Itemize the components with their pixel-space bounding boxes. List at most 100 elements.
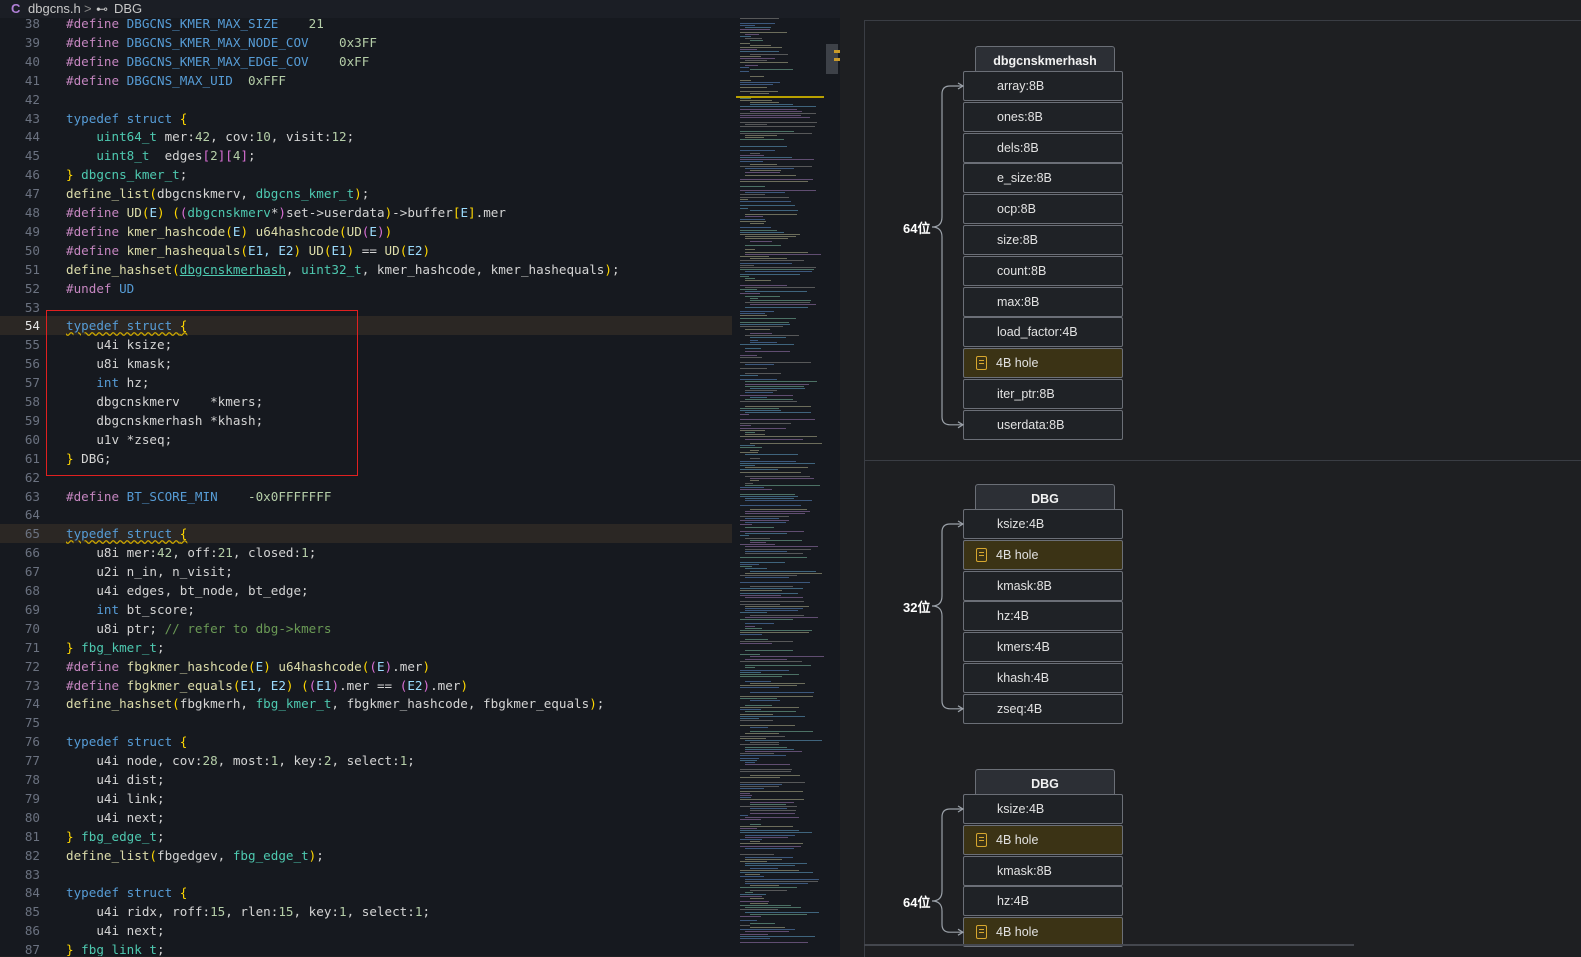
minimap-line — [740, 654, 761, 656]
line-number: 69 — [24, 601, 40, 617]
minimap-line — [740, 293, 761, 295]
minimap-line — [745, 546, 819, 548]
code-line[interactable]: 68 u4i edges, bt_node, bt_edge; — [0, 581, 732, 600]
vertical-scrollbar[interactable] — [826, 0, 840, 956]
padding-hole-icon — [976, 925, 987, 940]
minimap-line — [740, 313, 765, 315]
minimap-line — [740, 707, 799, 708]
struct-title: DBG — [975, 484, 1115, 512]
code-line[interactable]: 77 u4i node, cov:28, most:1, key:2, sele… — [0, 751, 732, 770]
line-number: 42 — [24, 91, 40, 107]
minimap[interactable] — [736, 14, 824, 946]
code-line[interactable]: 44 uint64_t mer:42, cov:10, visit:12; — [0, 127, 732, 146]
minimap-line — [750, 922, 776, 924]
minimap-line — [750, 240, 773, 242]
minimap-line — [740, 594, 781, 596]
minimap-line — [750, 102, 780, 103]
code-line[interactable]: 42 — [0, 90, 732, 109]
code-token: ) — [384, 223, 393, 239]
code-token: E — [376, 658, 385, 674]
code-line[interactable]: 49 #define kmer_hashcode(E) u64hashcode(U… — [0, 222, 732, 241]
line-text: define_hashset(dbgcnskmerhash, uint32_t,… — [66, 260, 620, 279]
code-line[interactable]: 48 #define UD(E) ((dbgcnskmerv*)set->user… — [0, 203, 732, 222]
struct-title: DBG — [975, 769, 1115, 797]
code-line[interactable]: 74 define_hashset(fbgkmerh, fbg_kmer_t, f… — [0, 694, 732, 713]
minimap-line — [745, 192, 786, 194]
line-text: u8i ptr; // refer to dbg->kmers — [66, 619, 331, 638]
code-line[interactable]: 80 u4i next; — [0, 808, 732, 827]
code-line[interactable]: 72 #define fbgkmer_hashcode(E) u64hashcod… — [0, 657, 732, 676]
code-line[interactable]: 52 #undef UD — [0, 279, 732, 298]
code-line[interactable]: 73 #define fbgkmer_equals(E1, E2) ((E1).m… — [0, 676, 732, 695]
code-token: uint64_t — [96, 129, 158, 145]
minimap-line — [740, 185, 766, 187]
breadcrumb-symbol[interactable]: DBG — [114, 0, 142, 18]
code-line[interactable]: 69 int bt_score; — [0, 600, 732, 619]
line-number: 83 — [24, 866, 40, 882]
code-line[interactable]: 83 — [0, 865, 732, 884]
minimap-line — [740, 190, 817, 191]
line-number: 45 — [24, 148, 40, 164]
code-token: define_list — [66, 847, 150, 863]
code-line[interactable]: 50 #define kmer_hashequals(E1, E2) UD(E1)… — [0, 241, 732, 260]
horizontal-scrollbar[interactable] — [864, 944, 1354, 946]
line-text: define_list(dbgcnskmerv, dbgcns_kmer_t); — [66, 184, 369, 203]
minimap-line — [745, 27, 771, 29]
breadcrumb-file[interactable]: dbgcns.h — [28, 0, 81, 18]
minimap-line — [745, 245, 781, 246]
code-token: u64hashcode — [270, 658, 362, 674]
line-number: 86 — [24, 923, 40, 939]
code-token: DBGCNS_MAX_UID — [126, 72, 233, 88]
code-line[interactable]: 40 #define DBGCNS_KMER_MAX_EDGE_COV 0xFF — [0, 52, 732, 71]
code-line[interactable]: 63 #define BT_SCORE_MIN -0x0FFFFFFF — [0, 487, 732, 506]
code-line[interactable]: 43 typedef struct { — [0, 109, 732, 128]
code-line[interactable]: 51 define_hashset(dbgcnskmerhash, uint32_… — [0, 260, 732, 279]
line-number: 44 — [24, 129, 40, 145]
code-line[interactable]: 46} dbgcns_kmer_t; — [0, 165, 732, 184]
code-token: E1, E2 — [240, 677, 286, 693]
code-token: u64hashcode — [248, 223, 340, 239]
code-line[interactable]: 81} fbg_edge_t; — [0, 827, 732, 846]
code-line[interactable]: 87} fbg_link_t; — [0, 940, 732, 956]
code-token: , visit: — [270, 129, 332, 145]
struct-symbol-icon: ⊷ — [96, 2, 108, 16]
code-line[interactable]: 71} fbg_kmer_t; — [0, 638, 732, 657]
minimap-line — [745, 249, 756, 251]
code-token: #define — [66, 53, 127, 69]
code-line[interactable]: 47 define_list(dbgcnskmerv, dbgcns_kmer_t… — [0, 184, 732, 203]
code-token: typedef struct — [66, 734, 180, 750]
code-line[interactable]: 66 u8i mer:42, off:21, closed:1; — [0, 543, 732, 562]
minimap-line — [740, 71, 750, 73]
code-line[interactable]: 82 define_list(fbgedgev, fbg_edge_t); — [0, 846, 732, 865]
minimap-line — [745, 168, 794, 169]
minimap-line — [740, 84, 773, 86]
line-text: #define fbgkmer_hashcode(E) u64hashcode(… — [66, 657, 430, 676]
code-token: .mer — [475, 205, 506, 220]
code-token: fbg_edge_t — [232, 847, 309, 863]
code-line[interactable]: 76 typedef struct { — [0, 732, 732, 751]
code-line[interactable]: 78 u4i dist; — [0, 770, 732, 789]
code-line[interactable]: 85 u4i ridx, roff:15, rlen:15, key:1, se… — [0, 902, 732, 921]
code-line[interactable]: 65 typedef struct { — [0, 524, 732, 544]
code-line[interactable]: 67 u2i n_in, n_visit; — [0, 562, 732, 581]
minimap-line — [740, 86, 768, 88]
code-line[interactable]: 86 u4i next; — [0, 921, 732, 940]
code-line[interactable]: 84 typedef struct { — [0, 883, 732, 902]
code-line[interactable]: 79 u4i link; — [0, 789, 732, 808]
minimap-line — [740, 894, 767, 895]
field-label: load_factor:4B — [997, 325, 1078, 340]
code-line[interactable]: 39 #define DBGCNS_KMER_MAX_NODE_COV 0x3FF — [0, 33, 732, 52]
code-line[interactable]: 70 u8i ptr; // refer to dbg->kmers — [0, 619, 732, 638]
code-line[interactable]: 45 uint8_t edges[2][4]; — [0, 146, 732, 165]
minimap-line — [740, 487, 764, 488]
minimap-line — [740, 451, 759, 453]
code-line[interactable]: 75 — [0, 713, 732, 732]
code-line[interactable]: 64 — [0, 505, 732, 524]
code-editor[interactable]: C dbgcns.h > ⊷ DBG 38 #define DBGCNS_KMER… — [0, 0, 840, 956]
line-number: 55 — [24, 337, 40, 353]
struct-field: hz:4B — [963, 886, 1123, 917]
code-line[interactable]: 41 #define DBGCNS_MAX_UID 0xFFF — [0, 71, 732, 90]
code-token: E2 — [407, 677, 423, 693]
minimap-line — [740, 220, 766, 222]
code-token: 2 — [210, 148, 218, 164]
